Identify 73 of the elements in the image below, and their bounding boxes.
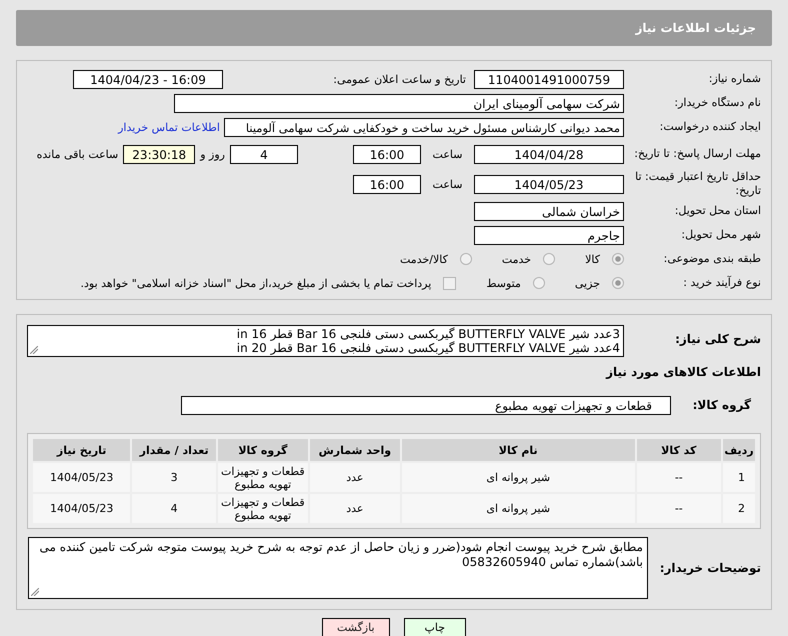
option-label: خدمت (502, 252, 532, 266)
radio-button[interactable] (543, 253, 556, 265)
column-header: کد کالا (636, 439, 722, 461)
back-button[interactable]: بازگشت (322, 618, 390, 636)
notes-text: مطابق شرح خرید پیوست انجام شود(ضرر و زیان حاصل از عدم توجه به شرح خرید پیوست متوجه شرکت تامین کننده می باشد)شماره تماس 05832605940 (39, 540, 643, 569)
field-label: ساعت (432, 178, 464, 190)
table-cell: شیر پروانه ای (402, 494, 635, 523)
field-label: شماره نیاز: (708, 72, 761, 86)
table-cell: 3 (132, 463, 216, 492)
requester-field: محمد دیوانی کارشناس مسئول خرید ساخت و خودکفایی شرکت سهامی آلومینا (224, 118, 624, 136)
field-label: ایجاد کننده درخواست: (658, 120, 761, 134)
days-field: 4 (230, 144, 298, 164)
column-header: ردیف (723, 439, 755, 461)
column-header: تاریخ نیاز (33, 439, 130, 461)
option-label: کالا/خدمت (400, 252, 448, 266)
description-line: 4عدد شیر BUTTERFLY VALVE گیربکسی دستی فلنجی 16 Bar قطر 20 in (236, 341, 620, 355)
field-label: حداقل تاریخ اعتبار قیمت: تا تاریخ: (634, 170, 761, 198)
table-cell: قطعات و تجهیزات تهویه مطبوع (218, 463, 308, 492)
column-header: واحد شمارش (310, 439, 400, 461)
field-label: شرح کلی نیاز: (674, 332, 761, 346)
validity-time-field: 16:00 (353, 174, 421, 194)
option-label: جزیی (574, 276, 600, 290)
table-cell: 1 (723, 463, 755, 492)
radio-button[interactable] (460, 253, 472, 265)
deadline-date-field: 1404/04/28 (474, 144, 624, 164)
column-header: تعداد / مقدار (132, 439, 216, 461)
field-label: ساعت باقی مانده (36, 148, 118, 160)
option-label: پرداخت تمام یا بخشی از مبلغ خرید،از محل "اسناد خزانه اسلامی" خواهد بود. (80, 276, 432, 290)
table-cell: 1404/05/23 (33, 463, 130, 492)
column-header: گروه کالا (218, 439, 308, 461)
field-label: توضیحات خریدار: (658, 561, 761, 575)
table-cell: شیر پروانه ای (402, 463, 635, 492)
buyer-org-field: شرکت سهامی آلومینای ایران (174, 94, 624, 112)
table-cell: 2 (723, 494, 755, 523)
radio-button[interactable] (612, 277, 624, 289)
field-label: گروه کالا: (692, 398, 752, 412)
table-cell: -- (636, 494, 722, 523)
remaining-time-field: 23:30:18 (123, 144, 196, 164)
field-label: روز و (200, 148, 225, 160)
province-field: خراسان شمالی (474, 202, 624, 220)
print-button[interactable]: چاپ (404, 618, 466, 636)
section-title: اطلاعات کالاهای مورد نیاز (604, 365, 761, 379)
validity-date-field: 1404/05/23 (474, 174, 624, 194)
goods-group-field: قطعات و تجهیزات تهویه مطبوع (181, 396, 671, 414)
table-cell: 4 (132, 494, 216, 523)
resize-grip-icon (31, 588, 39, 596)
city-field: جاجرم (474, 226, 624, 244)
table-cell: 1404/05/23 (33, 494, 130, 523)
resize-grip-icon (30, 346, 38, 354)
table-cell: عدد (310, 494, 400, 523)
radio-button[interactable] (612, 253, 624, 265)
field-label: استان محل تحویل: (674, 204, 761, 218)
field-label: نام دستگاه خریدار: (673, 96, 761, 110)
field-label: تاریخ و ساعت اعلان عمومی: (332, 72, 466, 86)
table-cell: عدد (310, 463, 400, 492)
announce-date-field: 1404/04/23 - 16:09 (73, 70, 223, 88)
need-number-field: 1104001491000759 (474, 70, 624, 88)
column-header: نام کالا (402, 439, 635, 461)
radio-button[interactable] (532, 277, 545, 289)
field-label: شهر محل تحویل: (680, 228, 761, 242)
description-line: 3عدد شیر BUTTERFLY VALVE گیربکسی دستی فلنجی 16 Bar قطر 16 in (236, 327, 620, 341)
field-label: نوع فرآیند خرید : (682, 276, 761, 290)
field-label: ساعت (432, 148, 464, 160)
field-label: طبقه بندی موضوعی: (662, 252, 761, 266)
option-label: متوسط (486, 276, 521, 290)
option-label: کالا (585, 252, 600, 266)
deadline-time-field: 16:00 (353, 144, 421, 164)
table-cell: -- (636, 463, 722, 492)
page-title: جزئیات اطلاعات نیاز (635, 21, 756, 35)
checkbox[interactable] (443, 276, 456, 290)
table-cell: قطعات و تجهیزات تهویه مطبوع (218, 494, 308, 523)
field-label: مهلت ارسال پاسخ: تا تاریخ: (633, 147, 761, 161)
buyer-contact-link[interactable]: اطلاعات تماس خریدار (118, 120, 220, 134)
